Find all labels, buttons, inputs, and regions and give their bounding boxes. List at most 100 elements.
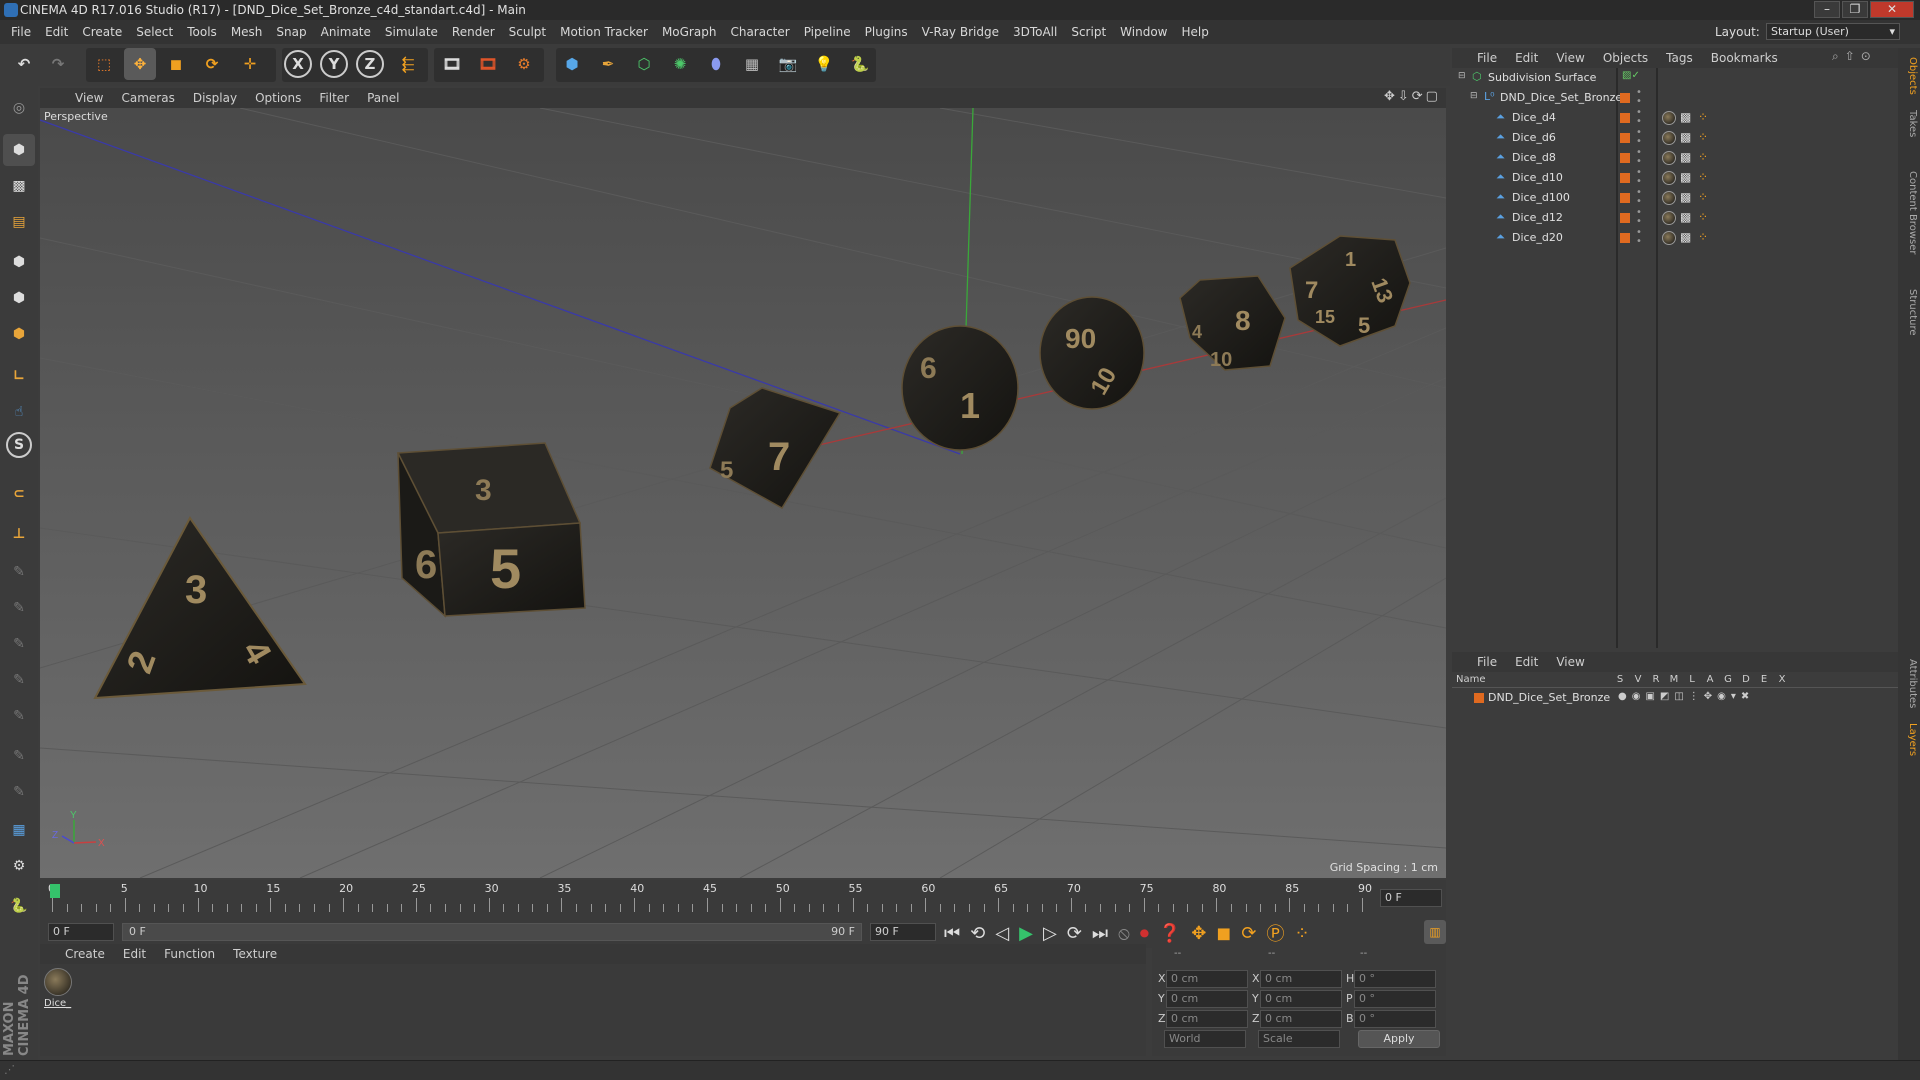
layer-color-swatch[interactable] <box>1620 93 1630 103</box>
material-menu-create[interactable]: Create <box>56 947 114 961</box>
object-name[interactable]: DND_Dice_Set_Bronze <box>1500 91 1622 104</box>
object-name[interactable]: Dice_d10 <box>1512 171 1563 184</box>
object-name[interactable]: Dice_d4 <box>1512 111 1556 124</box>
maximize-button[interactable]: ❐ <box>1842 1 1868 18</box>
solo-icon[interactable]: S <box>6 432 32 458</box>
dice-d100[interactable]: 90 10 <box>1039 296 1145 410</box>
autokey-icon[interactable]: ❓ <box>1159 923 1181 944</box>
transform-icon[interactable]: ✛ <box>234 48 266 80</box>
tab-structure[interactable]: Structure <box>1900 282 1918 342</box>
object-name[interactable]: Dice_d8 <box>1512 151 1556 164</box>
phong-tag-icon[interactable]: ⁘ <box>1698 150 1708 164</box>
phong-tag-icon[interactable]: ⁘ <box>1698 230 1708 244</box>
material-swatch[interactable] <box>44 968 72 996</box>
layer-flag-icons[interactable]: ●◉▣◩◫⋮✥◉▾✖ <box>1618 691 1754 702</box>
record-icon[interactable]: ⏺ <box>1140 923 1149 944</box>
menu-mesh[interactable]: Mesh <box>224 25 270 39</box>
tab-layers[interactable]: Layers <box>1900 718 1918 762</box>
object-name[interactable]: Dice_d12 <box>1512 211 1563 224</box>
viewport-nav-icons[interactable]: ✥⇩⟳▢ <box>1384 89 1441 104</box>
rotate-icon[interactable]: ⟳ <box>196 48 228 80</box>
phong-tag-icon[interactable]: ⁘ <box>1698 170 1708 184</box>
checker-tag-icon[interactable]: ▩ <box>1680 210 1691 224</box>
key-param-icon[interactable]: Ⓟ <box>1266 920 1284 946</box>
coord-field-h[interactable]: 0 ° <box>1354 970 1436 988</box>
viewport-menu-panel[interactable]: Panel <box>358 91 408 105</box>
layer-menu-view[interactable]: View <box>1547 655 1593 669</box>
edit-render-toggles[interactable]: ▨✓ <box>1622 70 1640 81</box>
3d-viewport[interactable]: Perspective 3 2 4 3 6 5 7 5 6 1 90 10 8 … <box>40 108 1446 878</box>
subdivision-surface-icon[interactable]: ⬡ <box>628 48 660 80</box>
timeline-layout-icon[interactable]: ▥ <box>1424 920 1446 944</box>
menu-edit[interactable]: Edit <box>38 25 75 39</box>
brush-tool-2-icon[interactable]: ✎ <box>3 592 35 624</box>
menu-motion-tracker[interactable]: Motion Tracker <box>553 25 655 39</box>
axis-mode-icon[interactable]: ∟ <box>3 360 35 392</box>
coord-field-x[interactable]: 0 cm <box>1166 970 1248 988</box>
goto-end-icon[interactable]: ⏭ <box>1092 923 1108 944</box>
pen-spline-icon[interactable]: ✒ <box>592 48 624 80</box>
tweak-mode-icon[interactable]: ☝ <box>3 396 35 428</box>
object-row[interactable]: ⊟ ⬡ Subdivision Surface ▨✓ <box>1452 68 1898 88</box>
checker-tag-icon[interactable]: ▩ <box>1680 130 1691 144</box>
layer-color-swatch[interactable] <box>1620 153 1630 163</box>
y-axis-lock-button[interactable]: Y <box>320 50 348 78</box>
object-menu-objects[interactable]: Objects <box>1594 51 1657 65</box>
menu-render[interactable]: Render <box>445 25 502 39</box>
material-tag-icon[interactable] <box>1662 191 1676 205</box>
object-row[interactable]: ⏶ Dice_d20 • • ▩ ⁘ <box>1452 228 1898 248</box>
layer-color-swatch[interactable] <box>1620 133 1630 143</box>
menu-select[interactable]: Select <box>129 25 180 39</box>
checker-tag-icon[interactable]: ▩ <box>1680 230 1691 244</box>
layer-color-swatch[interactable] <box>1620 213 1630 223</box>
brush-tool-7-icon[interactable]: ✎ <box>3 776 35 808</box>
viewport-menu-options[interactable]: Options <box>246 91 310 105</box>
material-tag-icon[interactable] <box>1662 111 1676 125</box>
menu-animate[interactable]: Animate <box>314 25 378 39</box>
dice-d6[interactable]: 3 6 5 <box>396 442 586 618</box>
make-editable-icon[interactable]: ◎ <box>3 92 35 124</box>
menu-mograph[interactable]: MoGraph <box>655 25 724 39</box>
render-view-icon[interactable]: 🎞 <box>436 48 468 80</box>
move-icon[interactable]: ✥ <box>124 48 156 80</box>
render-settings-icon[interactable]: ⚙ <box>508 48 540 80</box>
checker-tag-icon[interactable]: ▩ <box>1680 170 1691 184</box>
coord-field-z[interactable]: 0 cm <box>1166 1010 1248 1028</box>
object-row[interactable]: ⏶ Dice_d100 • • ▩ ⁘ <box>1452 188 1898 208</box>
undo-icon[interactable]: ↶ <box>8 48 40 80</box>
visibility-dots[interactable]: • • <box>1636 88 1642 107</box>
menu-v-ray-bridge[interactable]: V-Ray Bridge <box>915 25 1006 39</box>
key-pla-icon[interactable]: ⁘ <box>1294 923 1309 944</box>
close-button[interactable]: ✕ <box>1870 1 1914 18</box>
camera-icon[interactable]: 📷 <box>772 48 804 80</box>
playhead-marker[interactable] <box>50 884 60 898</box>
texture-mode-icon[interactable]: ▩ <box>3 170 35 202</box>
brush-tool-5-icon[interactable]: ✎ <box>3 700 35 732</box>
expand-toggle-icon[interactable]: ⊟ <box>1470 91 1478 101</box>
object-name[interactable]: Dice_d6 <box>1512 131 1556 144</box>
object-row[interactable]: ⏶ Dice_d8 • • ▩ ⁘ <box>1452 148 1898 168</box>
dice-d10[interactable]: 6 1 <box>901 325 1019 451</box>
material-tag-icon[interactable] <box>1662 151 1676 165</box>
play-icon[interactable]: ▶ <box>1019 923 1033 944</box>
layout-select[interactable]: Startup (User) ▾ <box>1766 23 1900 40</box>
preview-range-slider[interactable]: 0 F 90 F <box>122 923 862 941</box>
material-name[interactable]: Dice_ <box>44 998 71 1009</box>
previous-key-icon[interactable]: ⟲ <box>970 923 985 944</box>
material-tag-icon[interactable] <box>1662 231 1676 245</box>
menu-pipeline[interactable]: Pipeline <box>797 25 858 39</box>
minimize-button[interactable]: – <box>1814 1 1840 18</box>
coord-field-y[interactable]: 0 cm <box>1166 990 1248 1008</box>
select-live-icon[interactable]: ⬚ <box>88 48 120 80</box>
brush-tool-1-icon[interactable]: ✎ <box>3 556 35 588</box>
end-frame-field[interactable]: 90 F <box>870 923 936 941</box>
next-key-icon[interactable]: ⟳ <box>1067 923 1082 944</box>
object-menu-edit[interactable]: Edit <box>1506 51 1547 65</box>
menu-simulate[interactable]: Simulate <box>378 25 445 39</box>
viewport-menu-view[interactable]: View <box>66 91 112 105</box>
visibility-dots[interactable]: • • <box>1636 108 1642 127</box>
edges-mode-icon[interactable]: ⬢ <box>3 282 35 314</box>
checker-tag-icon[interactable]: ▩ <box>1680 110 1691 124</box>
object-menu-file[interactable]: File <box>1468 51 1506 65</box>
menu-script[interactable]: Script <box>1064 25 1113 39</box>
